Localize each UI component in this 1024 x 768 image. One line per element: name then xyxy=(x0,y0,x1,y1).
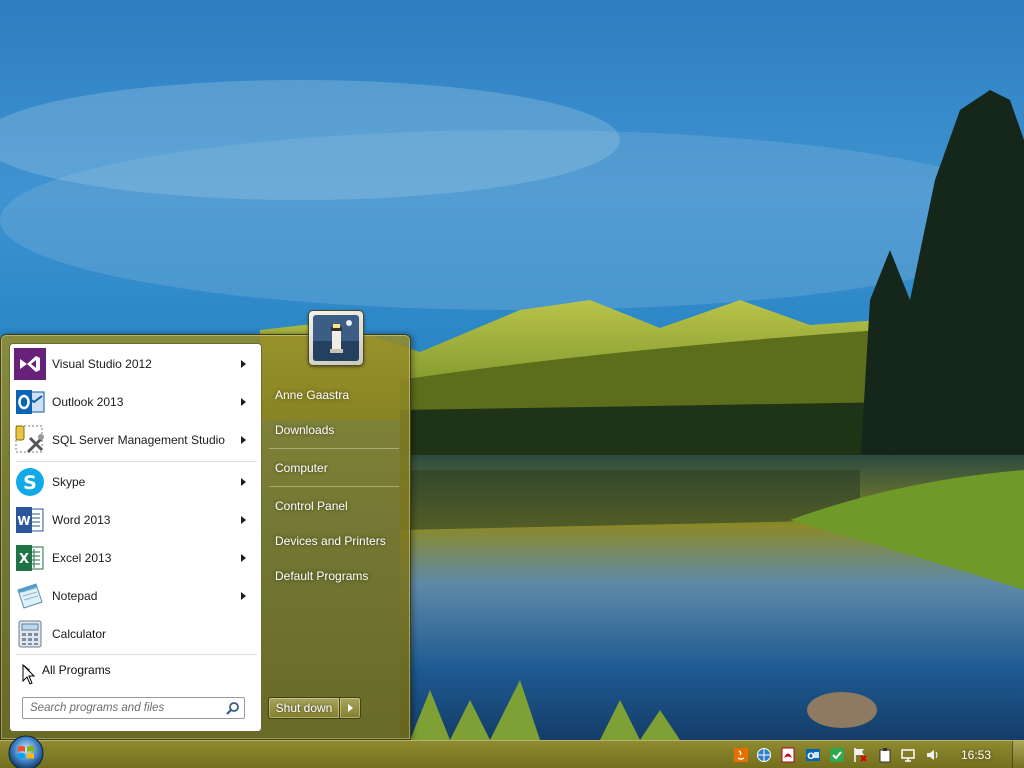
devices-and-printers-link[interactable]: Devices and Printers xyxy=(265,527,406,555)
all-programs-button[interactable]: All Programs xyxy=(14,658,258,682)
program-label: Outlook 2013 xyxy=(52,395,124,409)
network-globe-icon[interactable] xyxy=(756,747,772,763)
calculator-icon xyxy=(18,620,42,648)
search-box[interactable] xyxy=(22,697,245,719)
user-picture[interactable] xyxy=(308,310,364,366)
outlook-icon xyxy=(16,390,45,414)
program-calculator[interactable]: Calculator xyxy=(14,616,258,652)
submenu-arrow-icon[interactable] xyxy=(241,360,246,368)
start-menu: Visual Studio 2012 Outlook 2013 SQL Serv… xyxy=(0,310,411,740)
control-panel-link[interactable]: Control Panel xyxy=(265,492,406,520)
clipboard-icon[interactable] xyxy=(877,747,893,763)
show-desktop-button[interactable] xyxy=(1012,741,1024,768)
sql-server-icon xyxy=(15,425,44,454)
shutdown-button[interactable]: Shut down xyxy=(268,697,339,719)
chevron-right-icon xyxy=(348,704,353,712)
skype-icon: S xyxy=(16,468,44,496)
submenu-arrow-icon[interactable] xyxy=(241,436,246,444)
checkmark-icon[interactable] xyxy=(829,747,845,763)
svg-text:W: W xyxy=(17,514,30,528)
programs-list: Visual Studio 2012 Outlook 2013 SQL Serv… xyxy=(9,343,262,732)
program-visual-studio[interactable]: Visual Studio 2012 xyxy=(14,346,258,382)
flag-icon[interactable] xyxy=(852,747,868,763)
submenu-arrow-icon[interactable] xyxy=(241,516,246,524)
shutdown-options-button[interactable] xyxy=(339,697,361,719)
submenu-arrow-icon[interactable] xyxy=(241,398,246,406)
clock[interactable]: 16:53 xyxy=(958,748,994,762)
svg-text:S: S xyxy=(23,472,37,494)
mouse-cursor-icon xyxy=(22,664,36,685)
program-sql-server[interactable]: SQL Server Management Studio xyxy=(14,422,258,458)
svg-text:X: X xyxy=(19,552,29,567)
excel-icon: X xyxy=(16,545,44,571)
svg-text:O: O xyxy=(807,752,815,762)
java-icon[interactable] xyxy=(733,747,749,763)
program-label: SQL Server Management Studio xyxy=(52,433,225,447)
program-outlook[interactable]: Outlook 2013 xyxy=(14,384,258,420)
program-label: Excel 2013 xyxy=(52,551,112,565)
downloads-link[interactable]: Downloads xyxy=(265,416,406,444)
all-programs-label: All Programs xyxy=(42,663,111,677)
program-skype[interactable]: S Skype xyxy=(14,464,258,500)
speaker-icon[interactable] xyxy=(925,747,941,763)
pdf-icon[interactable] xyxy=(780,747,796,763)
start-button[interactable] xyxy=(6,735,46,768)
program-label: Word 2013 xyxy=(52,513,111,527)
divider xyxy=(16,461,257,462)
word-icon: W xyxy=(16,507,44,533)
program-notepad[interactable]: Notepad xyxy=(14,578,258,614)
submenu-arrow-icon[interactable] xyxy=(241,592,246,600)
notepad-icon xyxy=(17,583,43,609)
program-label: Visual Studio 2012 xyxy=(52,357,152,371)
default-programs-link[interactable]: Default Programs xyxy=(265,562,406,590)
submenu-arrow-icon[interactable] xyxy=(241,554,246,562)
search-input[interactable] xyxy=(23,698,223,718)
divider xyxy=(269,448,399,449)
visual-studio-icon xyxy=(14,348,46,380)
search-icon[interactable] xyxy=(225,701,240,716)
computer-link[interactable]: Computer xyxy=(265,454,406,482)
program-label: Notepad xyxy=(52,589,98,603)
program-label: Skype xyxy=(52,475,86,489)
taskbar: O 16:53 xyxy=(0,735,1024,768)
program-excel[interactable]: X Excel 2013 xyxy=(14,540,258,576)
user-folder-link[interactable]: Anne Gaastra xyxy=(265,381,406,409)
outlook-tray-icon[interactable]: O xyxy=(805,747,821,763)
divider xyxy=(269,486,399,487)
lighthouse-icon xyxy=(313,315,359,361)
program-word[interactable]: W Word 2013 xyxy=(14,502,258,538)
program-label: Calculator xyxy=(52,627,107,641)
submenu-arrow-icon[interactable] xyxy=(241,478,246,486)
divider xyxy=(16,654,257,655)
display-icon[interactable] xyxy=(900,747,916,763)
